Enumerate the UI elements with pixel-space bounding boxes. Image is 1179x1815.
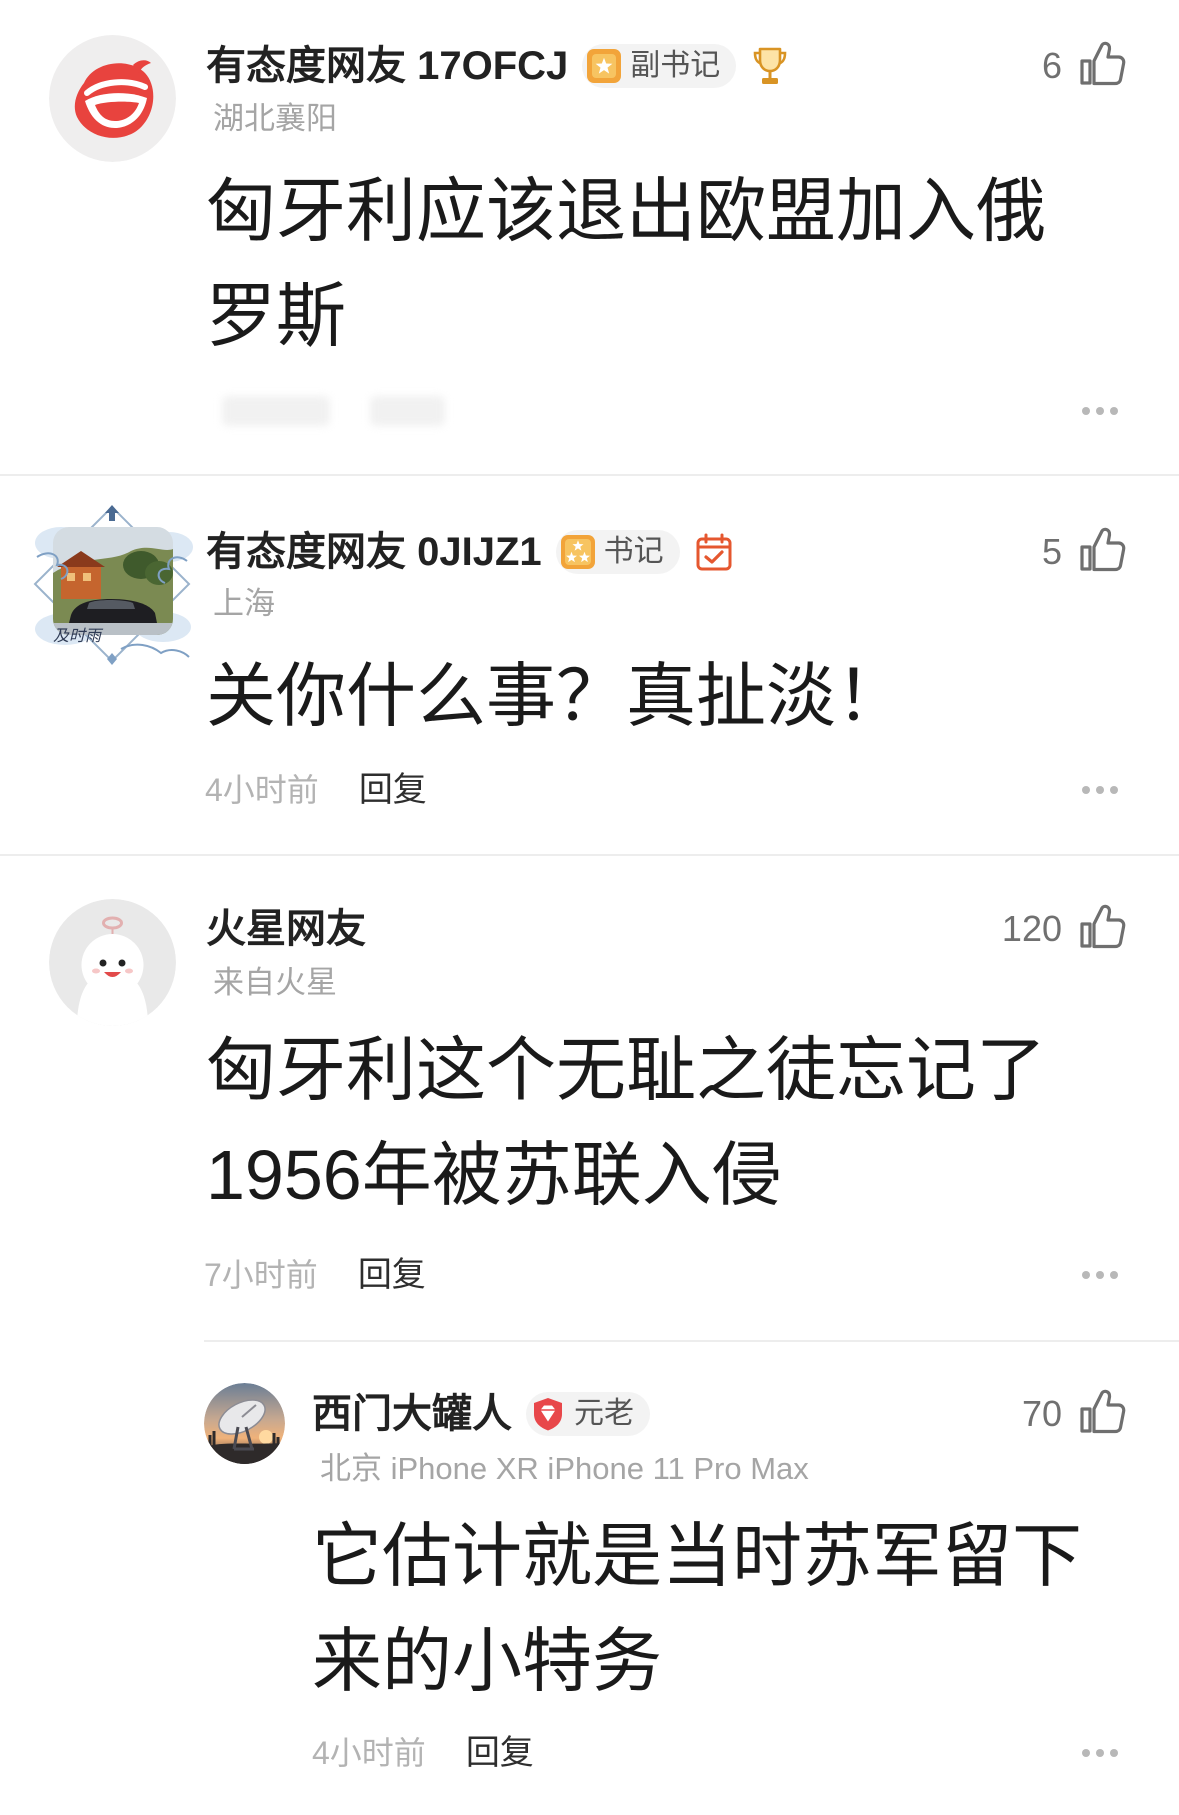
user-location: 湖北襄阳: [213, 101, 337, 136]
more-options-icon[interactable]: [1078, 1747, 1122, 1759]
username[interactable]: 火星网友: [206, 905, 366, 953]
rank-badge[interactable]: 元老: [526, 1392, 650, 1436]
blurred-meta: [370, 396, 445, 426]
username[interactable]: 有态度网友 17OFCJ: [206, 42, 568, 90]
avatar[interactable]: [49, 35, 176, 162]
badge-label: 副书记: [630, 49, 721, 82]
comment-divider: [0, 854, 1179, 856]
avatar[interactable]: 及时雨: [31, 503, 194, 665]
username[interactable]: 西门大罐人: [312, 1390, 512, 1438]
badge-label: 元老: [574, 1397, 634, 1430]
reply-button[interactable]: 回复: [466, 1733, 534, 1773]
thumbs-up-icon[interactable]: [1078, 1388, 1126, 1436]
rank-badge[interactable]: 副书记: [582, 44, 737, 88]
mascot-avatar-icon: [49, 899, 176, 1026]
trophy-icon[interactable]: [750, 45, 790, 87]
reply-button[interactable]: 回复: [359, 770, 427, 810]
comment-time: 7小时前: [204, 1257, 318, 1293]
user-location: 来自火星: [213, 965, 337, 1000]
reply-divider: [204, 1340, 1179, 1342]
like-count: 6: [1041, 45, 1062, 86]
more-options-icon[interactable]: [1078, 1269, 1122, 1281]
comment-header: 火星网友: [206, 905, 366, 953]
comment-text: 它估计就是当时苏军留下来的小特务: [312, 1517, 1082, 1700]
comment-time: 4小时前: [312, 1735, 426, 1771]
user-location: 上海: [213, 586, 275, 621]
user-location: 北京 iPhone XR iPhone 11 Pro Max: [320, 1451, 809, 1486]
comment-divider: [0, 474, 1179, 476]
like-count: 70: [1021, 1393, 1062, 1434]
username[interactable]: 有态度网友 0JIJZ1: [206, 528, 542, 576]
shield-gem-badge-icon: [530, 1396, 566, 1432]
rank-badge[interactable]: 书记: [555, 530, 680, 574]
reply-button[interactable]: 回复: [358, 1255, 426, 1295]
three-star-badge-icon: [560, 534, 596, 570]
comment-meta: 7小时前 回复: [204, 1255, 426, 1295]
comment-header: 有态度网友 17OFCJ 副书记: [206, 42, 790, 90]
more-options-icon[interactable]: [1078, 405, 1122, 417]
avatar[interactable]: [204, 1383, 285, 1464]
thumbs-up-icon[interactable]: [1078, 40, 1126, 88]
star-badge-icon: [586, 48, 622, 84]
satellite-dish-avatar-icon: [204, 1383, 285, 1464]
comment-header: 西门大罐人 元老: [312, 1390, 650, 1438]
badge-label: 书记: [603, 535, 664, 568]
comment-text: 匈牙利应该退出欧盟加入俄罗斯: [206, 172, 1046, 355]
comment-text: 匈牙利这个无耻之徒忘记了1956年被苏联入侵: [206, 1031, 1046, 1214]
comment-header: 有态度网友 0JIJZ1 书记: [206, 528, 734, 576]
thumbs-up-icon[interactable]: [1078, 903, 1126, 951]
thumbs-up-icon[interactable]: [1078, 526, 1126, 574]
avatar[interactable]: [49, 899, 176, 1026]
comment-time: 4小时前: [205, 772, 319, 808]
blurred-meta: [222, 396, 330, 426]
more-options-icon[interactable]: [1078, 784, 1122, 796]
like-count: 120: [1001, 908, 1062, 949]
calendar-check-icon[interactable]: [694, 531, 734, 573]
comment-meta: 4小时前 回复: [205, 770, 427, 810]
comment-text: 关你什么事？真扯淡！: [206, 657, 906, 735]
red-logo-avatar-icon: [49, 35, 176, 162]
avatar-frame-label: 及时雨: [53, 626, 102, 645]
like-count: 5: [1041, 531, 1062, 572]
comment-meta: 4小时前 回复: [312, 1733, 534, 1773]
